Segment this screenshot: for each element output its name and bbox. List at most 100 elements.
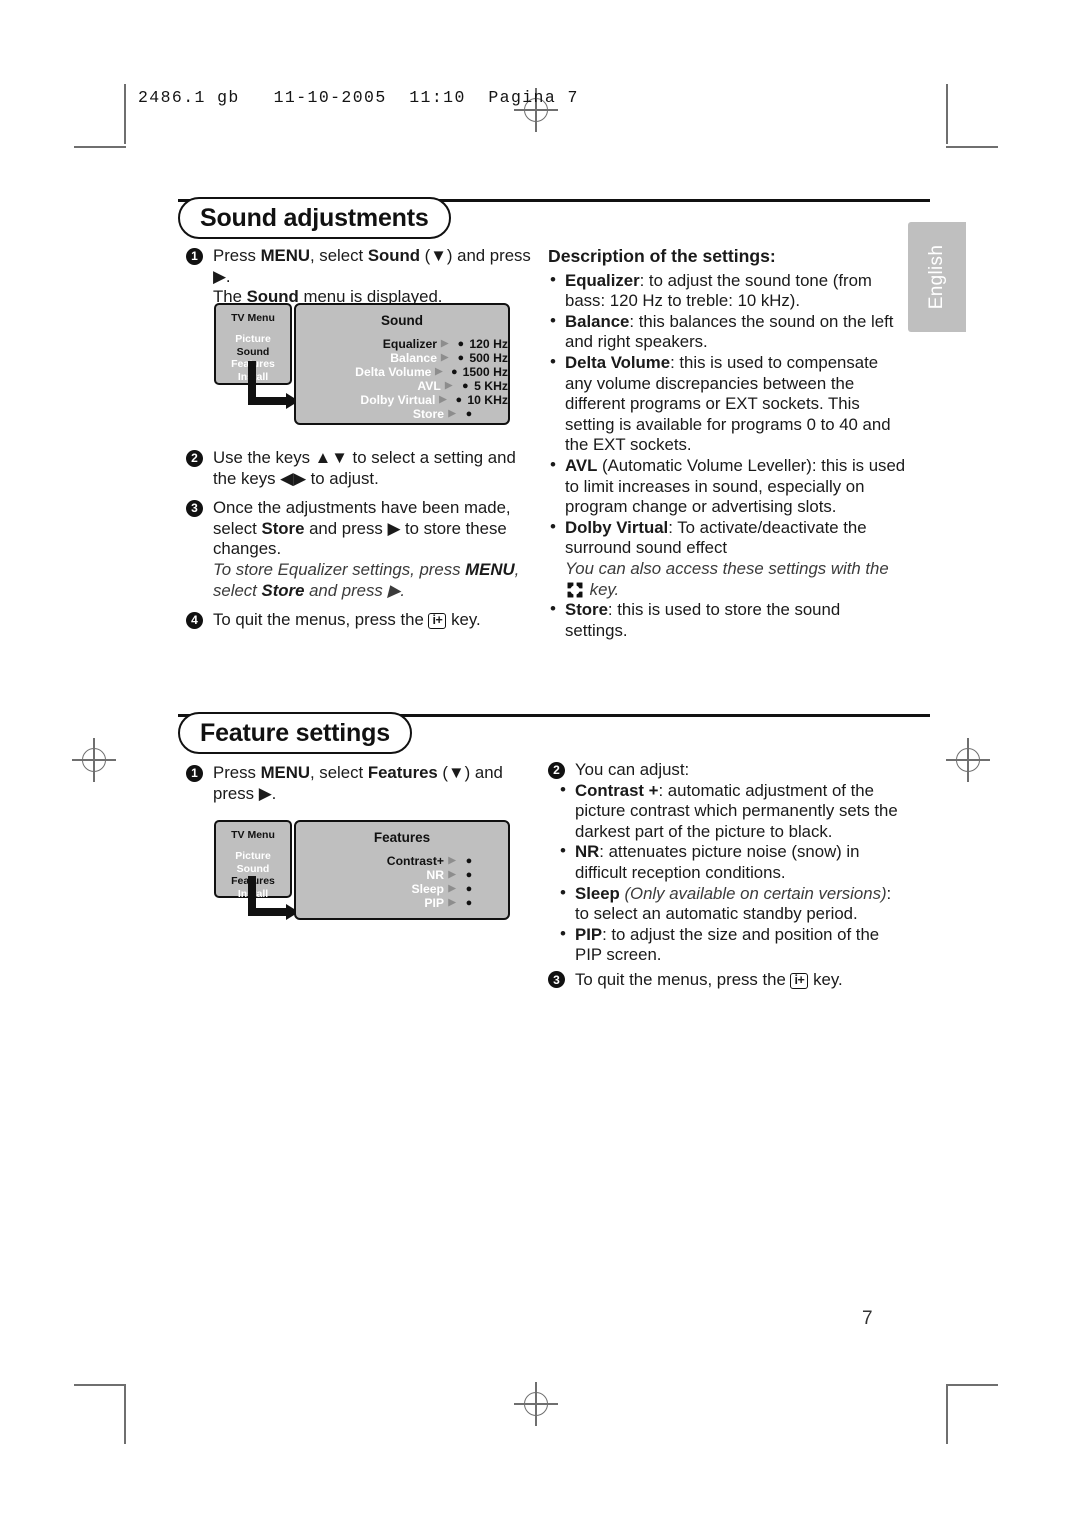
sound-step-3: 3 Once the adjustments have been made, s…: [186, 498, 534, 601]
features-right-column: 2 You can adjust: Contrast +: automatic …: [548, 760, 906, 1000]
tv-menu-row-pip: PIP ▶ ●: [296, 896, 508, 910]
section-title-sound: Sound adjustments: [178, 197, 451, 239]
term: Dolby Virtual: [565, 517, 669, 537]
registration-mark-bottom: [514, 1382, 558, 1426]
step-number-badge: 1: [186, 764, 203, 782]
features-settings-list: Contrast +: automatic adjustment of the …: [548, 780, 906, 966]
section-title-features-label: Feature settings: [200, 718, 390, 747]
tv-menu-row-dolby-virtual: Dolby Virtual ▶ ● 10 KHz: [296, 393, 508, 407]
row-label: Equalizer: [382, 336, 437, 351]
row-dot-icon: ●: [465, 882, 473, 895]
row-value: 120 Hz: [469, 336, 508, 351]
tv-menu-graphic-features: TV Menu Picture Sound Features Install F…: [214, 820, 510, 920]
term: Balance: [565, 311, 630, 331]
tv-menu-rows-sound: Equalizer ▶ ● 120 Hz Balance ▶ ● 500 Hz …: [296, 337, 508, 421]
list-item-equalizer: Equalizer: to adjust the sound tone (fro…: [548, 270, 906, 312]
term: PIP: [575, 924, 603, 944]
sound-left-column-steps: 2 Use the keys ▲▼ to select a setting an…: [186, 448, 534, 640]
info-key-icon: i+: [428, 613, 447, 630]
row-label: Delta Volume: [355, 364, 432, 379]
language-tab-label: English: [926, 244, 947, 310]
list-item-contrast-plus: Contrast +: automatic adjustment of the …: [558, 780, 906, 843]
row-value: 10 KHz: [467, 392, 508, 407]
body: : attenuates picture noise (snow) in dif…: [575, 842, 860, 882]
term: Sleep: [575, 883, 620, 903]
row-label: PIP: [424, 895, 444, 910]
trim-mark-top-left-vertical: [124, 84, 126, 144]
tv-menu-item-picture: Picture: [235, 333, 271, 345]
tv-menu-row-equalizer: Equalizer ▶ ● 120 Hz: [296, 337, 508, 351]
section-title-sound-label: Sound adjustments: [200, 203, 429, 232]
tv-menu-row-avl: AVL ▶ ● 5 KHz: [296, 379, 508, 393]
info-key-icon: i+: [790, 972, 809, 989]
chevron-right-icon: ▶: [435, 366, 443, 378]
registration-mark-left: [72, 738, 116, 782]
sound-step-1: 1 Press MENU, select Sound (▼) and press…: [186, 246, 534, 308]
step-number-badge: 3: [548, 971, 565, 989]
list-item-dolby-virtual: Dolby Virtual: To activate/deactivate th…: [548, 517, 906, 559]
tv-menu-panel-title-sound: Sound: [381, 313, 423, 328]
features-step-2-text: You can adjust:: [575, 760, 690, 779]
row-dot-icon: ●: [457, 351, 465, 364]
step-number-badge: 4: [186, 611, 203, 629]
row-dot-icon: ●: [461, 379, 469, 392]
tv-menu-row-store: Store ▶ ●: [296, 407, 508, 421]
language-tab: English: [908, 222, 966, 332]
row-dot-icon: ●: [465, 854, 473, 867]
row-label: Sleep: [411, 881, 444, 896]
sound-settings-list: Equalizer: to adjust the sound tone (fro…: [548, 270, 906, 559]
tv-menu-panel-sound: Sound Equalizer ▶ ● 120 Hz Balance ▶ ● 5…: [294, 303, 510, 425]
tv-menu-item-sound: Sound: [236, 345, 270, 358]
page-number: 7: [862, 1308, 873, 1329]
sound-right-column: Description of the settings: Equalizer: …: [548, 246, 906, 641]
list-item-sleep: Sleep (Only available on certain version…: [558, 883, 906, 925]
sound-step-3-text: Once the adjustments have been made, sel…: [213, 498, 534, 601]
row-dot-icon: ●: [451, 365, 458, 378]
row-dot-icon: ●: [465, 868, 473, 881]
row-value: 5 KHz: [474, 378, 508, 393]
chevron-right-icon: ▶: [448, 897, 456, 909]
surround-sound-key-icon: [567, 581, 583, 598]
surround-key-note-after: key.: [589, 579, 620, 599]
row-dot-icon: ●: [457, 337, 465, 350]
tv-menu-row-nr: NR ▶ ●: [296, 868, 508, 882]
row-dot-icon: ●: [455, 393, 463, 406]
chevron-right-icon: ▶: [448, 883, 456, 895]
chevron-right-icon: ▶: [445, 380, 453, 392]
registration-mark-right: [946, 738, 990, 782]
chevron-right-icon: ▶: [440, 352, 449, 364]
sound-step-2-text: Use the keys ▲▼ to select a setting and …: [213, 448, 516, 488]
chevron-right-icon: ▶: [448, 408, 456, 420]
surround-key-note: You can also access these settings with …: [548, 559, 906, 600]
tv-menu-panel-features: Features Contrast+ ▶ ● NR ▶ ● Sleep ▶ ●: [294, 820, 510, 920]
term: Equalizer: [565, 270, 640, 290]
surround-key-note-before: You can also access these settings with …: [565, 558, 889, 578]
trim-mark-top-right-vertical: [946, 84, 948, 144]
sound-settings-list-store: Store: this is used to store the sound s…: [548, 599, 906, 641]
tv-menu-row-balance: Balance ▶ ● 500 Hz: [296, 351, 508, 365]
sound-step-2: 2 Use the keys ▲▼ to select a setting an…: [186, 448, 534, 489]
tv-menu-sidebar-title: TV Menu: [231, 829, 275, 841]
tv-menu-row-delta-volume: Delta Volume ▶ ● 1500 Hz: [296, 365, 508, 379]
row-dot-icon: ●: [465, 407, 473, 420]
row-label: Store: [412, 406, 444, 421]
row-dot-icon: ●: [465, 896, 473, 909]
tv-menu-rows-features: Contrast+ ▶ ● NR ▶ ● Sleep ▶ ● PIP ▶ ●: [296, 854, 508, 910]
section-title-features: Feature settings: [178, 712, 412, 754]
tv-menu-item-sound: Sound: [236, 862, 270, 875]
term: NR: [575, 842, 600, 862]
features-step-1-text: Press MENU, select Features (▼) and pres…: [213, 763, 503, 803]
body: (Automatic Volume Leveller): this is use…: [565, 455, 906, 517]
description-heading: Description of the settings:: [548, 246, 776, 266]
tv-menu-row-contrast-plus: Contrast+ ▶ ●: [296, 854, 508, 868]
sound-step-4-text: To quit the menus, press the i+ key.: [213, 610, 481, 630]
list-item-nr: NR: attenuates picture noise (snow) in d…: [558, 841, 906, 883]
row-value: 500 Hz: [469, 350, 508, 365]
printer-slug: 2486.1 gb 11-10-2005 11:10 Pagina 7: [138, 88, 579, 107]
list-item-pip: PIP: to adjust the size and position of …: [558, 924, 906, 966]
features-left-column: 1 Press MENU, select Features (▼) and pr…: [186, 763, 534, 813]
step-number-badge: 3: [186, 499, 203, 517]
trim-mark-top-left-horizontal: [74, 146, 126, 148]
tv-menu-panel-title-features: Features: [373, 830, 431, 845]
tv-menu-row-sleep: Sleep ▶ ●: [296, 882, 508, 896]
